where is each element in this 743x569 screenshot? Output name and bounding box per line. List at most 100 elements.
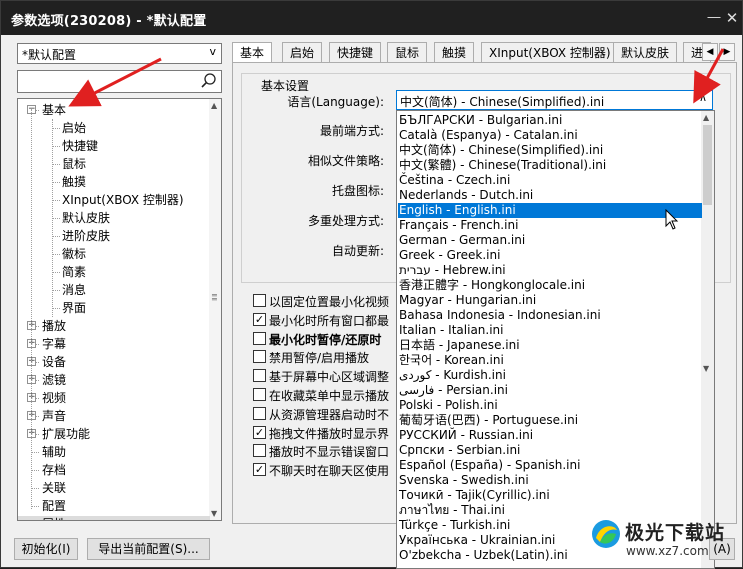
scroll-up-icon[interactable]: ▲ (703, 113, 709, 122)
scroll-grip-icon[interactable]: ═ ═ (212, 292, 217, 304)
checkbox-unchecked[interactable] (253, 406, 266, 420)
language-option[interactable]: Català (Espanya) - Catalan.ini (398, 128, 702, 143)
checkbox-unchecked[interactable] (253, 444, 266, 458)
tree-item[interactable]: 滤镜 (42, 371, 66, 389)
language-option[interactable]: Svenska - Swedish.ini (398, 473, 702, 488)
tree-trunk (31, 109, 32, 509)
language-option[interactable]: Español (España) - Spanish.ini (398, 458, 702, 473)
close-icon[interactable]: ✕ (723, 9, 741, 27)
tree-item[interactable]: XInput(XBOX 控制器) (62, 191, 184, 209)
tab-scroll-left-icon[interactable]: ◀ (702, 43, 718, 61)
tree-item[interactable]: 默认皮肤 (62, 209, 110, 227)
tab-strip: 基本 启始 快捷键 鼠标 触摸 XInput(XBOX 控制器) 默认皮肤进 (232, 42, 737, 64)
group-title: 基本设置 (258, 77, 313, 94)
tree-item[interactable]: 启始 (62, 119, 86, 137)
tab-6[interactable]: 默认皮肤 (613, 42, 678, 63)
scroll-up-icon[interactable]: ▲ (211, 101, 217, 110)
export-config-button[interactable]: 导出当前配置(S)... (87, 538, 210, 560)
tree-item[interactable]: 基本 (42, 101, 66, 119)
language-option[interactable]: Magyar - Hungarian.ini (398, 293, 702, 308)
language-option[interactable]: 葡萄牙语(巴西) - Portuguese.ini (398, 413, 702, 428)
language-option[interactable]: Greek - Greek.ini (398, 248, 702, 263)
language-option[interactable]: Српски - Serbian.ini (398, 443, 702, 458)
tree-item[interactable]: 配置 (42, 497, 66, 515)
tree-item[interactable]: 属性 (42, 515, 66, 520)
scroll-down-icon[interactable]: ▼ (211, 509, 217, 518)
language-option[interactable]: Nederlands - Dutch.ini (398, 188, 702, 203)
tree-item[interactable]: 存档 (42, 461, 66, 479)
language-option[interactable]: Точикӣ - Tajik(Cyrillic).ini (398, 488, 702, 503)
tree-item[interactable]: 辅助 (42, 443, 66, 461)
language-option[interactable]: فارسی - Persian.ini (398, 383, 702, 398)
tree-item[interactable]: 声音 (42, 407, 66, 425)
tree-item[interactable]: 快捷键 (62, 137, 98, 155)
language-option[interactable]: كوردى - Kurdish.ini (398, 368, 702, 383)
tree-item[interactable]: 播放 (42, 317, 66, 335)
language-option[interactable]: Bahasa Indonesia - Indonesian.ini (398, 308, 702, 323)
language-option[interactable]: Italian - Italian.ini (398, 323, 702, 338)
tab-2[interactable]: 快捷键 (329, 42, 382, 63)
language-option[interactable]: Français - French.ini (398, 218, 702, 233)
language-option[interactable]: English - English.ini (398, 203, 702, 218)
tree-item[interactable]: 关联 (42, 479, 66, 497)
tree-item[interactable]: 徽标 (62, 245, 86, 263)
tree-scrollbar[interactable]: ▲ ═ ═ ▼ (209, 99, 221, 520)
tree-item[interactable]: 字幕 (42, 335, 66, 353)
auto-update-label: 自动更新: (331, 244, 384, 258)
search-input[interactable] (17, 70, 222, 93)
language-option[interactable]: 中文(繁體) - Chinese(Traditional).ini (398, 158, 702, 173)
tree-item[interactable]: 触摸 (62, 173, 86, 191)
tab-5[interactable]: XInput(XBOX 控制器) (481, 42, 619, 63)
language-option[interactable]: БЪЛГАРСКИ - Bulgarian.ini (398, 113, 702, 128)
tree-item[interactable]: 设备 (42, 353, 66, 371)
title-bar: 参数选项(230208) - *默认配置 ― ✕ (1, 1, 742, 35)
language-option[interactable]: Čeština - Czech.ini (398, 173, 702, 188)
checkbox-unchecked[interactable] (253, 350, 266, 364)
language-option[interactable]: German - German.ini (398, 233, 702, 248)
preset-combo[interactable]: *默认配置 v (17, 43, 222, 64)
checkbox-unchecked[interactable] (253, 331, 266, 345)
tab-0[interactable]: 基本 (232, 42, 273, 64)
language-option[interactable]: 香港正體字 - Hongkonglocale.ini (398, 278, 702, 293)
language-option[interactable]: РУССКИЙ - Russian.ini (398, 428, 702, 443)
tab-1[interactable]: 启始 (282, 42, 323, 63)
tree-item[interactable]: 进阶皮肤 (62, 227, 110, 245)
checkbox-checked[interactable]: ✓ (253, 425, 266, 439)
similar-file-label: 相似文件策略: (307, 154, 384, 168)
tree-connector (31, 452, 39, 453)
language-option[interactable]: 한국어 - Korean.ini (398, 353, 702, 368)
initialize-button[interactable]: 初始化(I) (14, 538, 78, 560)
tree-item[interactable]: 鼠标 (62, 155, 86, 173)
search-icon[interactable] (200, 72, 218, 90)
checkbox-unchecked[interactable] (253, 388, 266, 401)
tree-connector (52, 164, 60, 165)
watermark: 极光下载站 www.xz7.com (590, 515, 742, 565)
tab-3[interactable]: 鼠标 (387, 42, 428, 63)
language-option[interactable]: 中文(简体) - Chinese(Simplified).ini (398, 143, 702, 158)
language-select[interactable]: 中文(简体) - Chinese(Simplified).ini ∧ (396, 90, 713, 110)
tab-4[interactable]: 触摸 (434, 42, 475, 63)
scroll-down-icon[interactable]: ▼ (703, 364, 709, 373)
language-dropdown-list[interactable]: ▲ ▼ БЪЛГАРСКИ - Bulgarian.ini Català (Esp… (396, 110, 715, 569)
checkbox-checked[interactable]: ✓ (253, 463, 266, 477)
pin-icon[interactable]: ― (705, 9, 723, 27)
settings-tree[interactable]: ▲ ═ ═ ▼ − 基本 启始 快捷键 鼠标 触摸 XInput(XBOX 控制器) 默认皮肤进… (17, 98, 222, 521)
preset-combo-value: *默认配置 (22, 48, 77, 62)
language-option[interactable]: 日本語 - Japanese.ini (398, 338, 702, 353)
tree-connector (52, 308, 60, 309)
tab-scroll-right-icon[interactable]: ▶ (719, 43, 735, 61)
tree-item[interactable]: 消息 (62, 281, 86, 299)
tree-item[interactable]: 视频 (42, 389, 66, 407)
checkbox-unchecked[interactable] (253, 294, 266, 307)
tree-item[interactable]: 界面 (62, 299, 86, 317)
language-option[interactable]: עברית - Hebrew.ini (398, 263, 702, 278)
dropdown-scrollbar[interactable]: ▲ ▼ (701, 111, 714, 568)
tree-connector (31, 506, 39, 507)
checkbox-checked[interactable]: ✓ (253, 312, 266, 326)
tree-item[interactable]: 简素 (62, 263, 86, 281)
watermark-url: www.xz7.com (626, 544, 709, 558)
tree-item[interactable]: 扩展功能 (42, 425, 90, 443)
language-option[interactable]: Polski - Polish.ini (398, 398, 702, 413)
scroll-thumb[interactable] (703, 125, 712, 205)
checkbox-unchecked[interactable] (253, 369, 266, 383)
